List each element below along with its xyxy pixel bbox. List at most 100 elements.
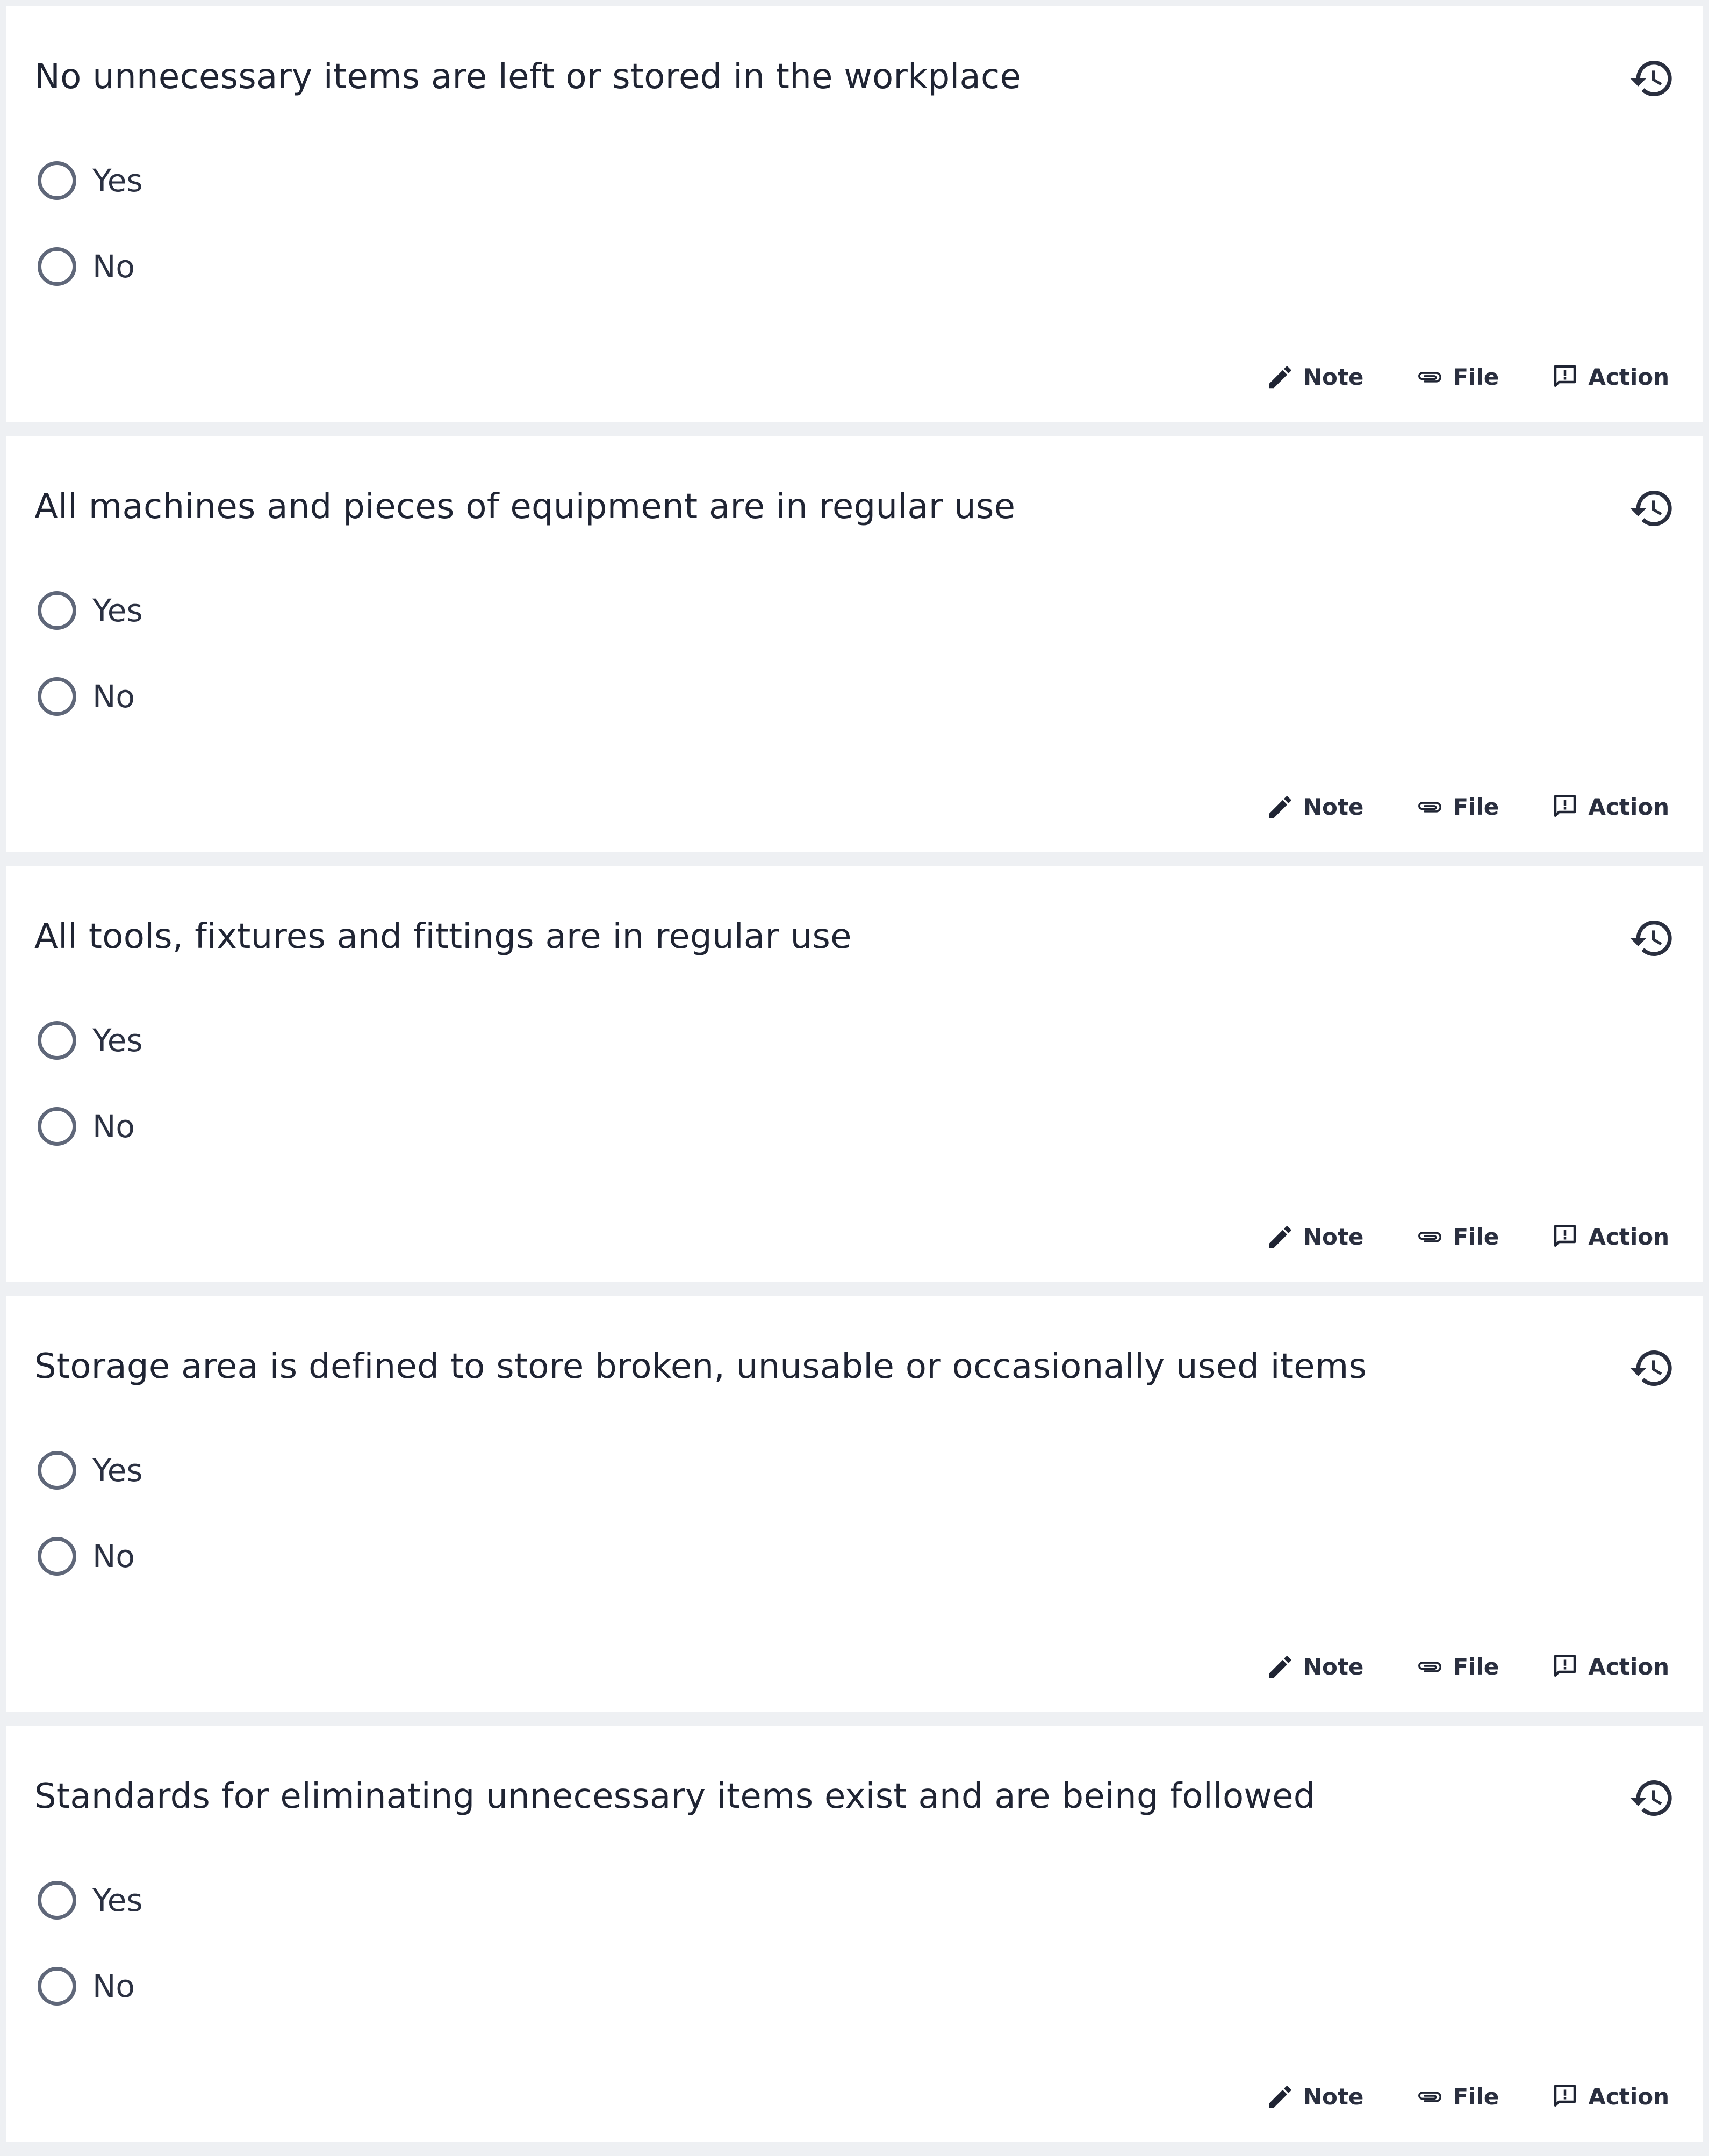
option-label: Yes (92, 1882, 143, 1918)
pencil-icon (1269, 1226, 1291, 1248)
paperclip-icon (1418, 1232, 1442, 1242)
radio-button[interactable] (38, 1107, 76, 1146)
radio-button[interactable] (38, 1537, 76, 1576)
option-yes[interactable]: Yes (38, 589, 143, 632)
option-no[interactable]: No (38, 1105, 135, 1148)
file-button[interactable]: File (1415, 361, 1499, 393)
history-icon (1630, 1350, 1672, 1386)
option-label: No (92, 248, 135, 285)
history-button[interactable] (1628, 485, 1676, 532)
option-label: No (92, 678, 135, 715)
paperclip-icon (1418, 802, 1442, 813)
paperclip-icon (1418, 2092, 1442, 2102)
question-actions: Note File Action (1266, 1221, 1669, 1253)
question-title: All machines and pieces of equipment are… (34, 487, 1016, 527)
action-label: Action (1588, 1654, 1669, 1680)
comment-alert-icon (1554, 2085, 1576, 2107)
question-actions: Note File Action (1266, 361, 1669, 393)
question-title: No unnecessary items are left or stored … (34, 57, 1022, 97)
file-button[interactable]: File (1415, 1651, 1499, 1683)
question-title: Standards for eliminating unnecessary it… (34, 1777, 1316, 1816)
pencil-icon (1269, 366, 1291, 389)
action-button[interactable]: Action (1550, 1221, 1669, 1253)
action-label: Action (1588, 2083, 1669, 2110)
comment-alert-icon (1554, 365, 1576, 387)
pencil-icon (1269, 796, 1291, 818)
note-label: Note (1303, 1654, 1364, 1680)
question-title: All tools, fixtures and fittings are in … (34, 917, 852, 957)
history-button[interactable] (1628, 55, 1676, 102)
question-card: All machines and pieces of equipment are… (6, 436, 1703, 852)
option-no[interactable]: No (38, 675, 135, 718)
note-label: Note (1303, 794, 1364, 820)
action-button[interactable]: Action (1550, 361, 1669, 393)
question-actions: Note File Action (1266, 2081, 1669, 2113)
comment-alert-icon (1554, 1225, 1576, 1247)
note-button[interactable]: Note (1266, 2081, 1364, 2113)
option-no[interactable]: No (38, 1535, 135, 1578)
file-button[interactable]: File (1415, 2081, 1499, 2113)
question-actions: Note File Action (1266, 791, 1669, 823)
option-yes[interactable]: Yes (38, 1019, 143, 1062)
option-yes[interactable]: Yes (38, 1449, 143, 1492)
action-button[interactable]: Action (1550, 791, 1669, 823)
option-label: Yes (92, 592, 143, 629)
radio-button[interactable] (38, 1881, 76, 1920)
option-yes[interactable]: Yes (38, 159, 143, 202)
note-button[interactable]: Note (1266, 1221, 1364, 1253)
option-label: No (92, 1968, 135, 2004)
note-button[interactable]: Note (1266, 361, 1364, 393)
action-button[interactable]: Action (1550, 2081, 1669, 2113)
paperclip-icon (1418, 372, 1442, 383)
question-card: Storage area is defined to store broken,… (6, 1296, 1703, 1712)
question-list: No unnecessary items are left or stored … (6, 6, 1703, 2156)
note-button[interactable]: Note (1266, 791, 1364, 823)
option-no[interactable]: No (38, 1965, 135, 2008)
file-label: File (1453, 794, 1499, 820)
file-label: File (1453, 2083, 1499, 2110)
radio-button[interactable] (38, 677, 76, 716)
pencil-icon (1269, 2086, 1291, 2108)
note-label: Note (1303, 1224, 1364, 1250)
option-label: Yes (92, 1452, 143, 1489)
action-label: Action (1588, 794, 1669, 820)
action-button[interactable]: Action (1550, 1651, 1669, 1683)
option-label: Yes (92, 162, 143, 199)
note-button[interactable]: Note (1266, 1651, 1364, 1683)
question-card: Standards for eliminating unnecessary it… (6, 1726, 1703, 2142)
question-actions: Note File Action (1266, 1651, 1669, 1683)
radio-button[interactable] (38, 247, 76, 286)
file-button[interactable]: File (1415, 791, 1499, 823)
file-button[interactable]: File (1415, 1221, 1499, 1253)
option-yes[interactable]: Yes (38, 1879, 143, 1922)
action-label: Action (1588, 364, 1669, 390)
note-label: Note (1303, 2083, 1364, 2110)
history-button[interactable] (1628, 1345, 1676, 1392)
question-card: No unnecessary items are left or stored … (6, 6, 1703, 422)
file-label: File (1453, 364, 1499, 390)
history-icon (1630, 61, 1672, 96)
radio-button[interactable] (38, 1967, 76, 2006)
paperclip-icon (1418, 1662, 1442, 1672)
history-button[interactable] (1628, 915, 1676, 962)
radio-button[interactable] (38, 161, 76, 200)
action-label: Action (1588, 1224, 1669, 1250)
option-label: No (92, 1108, 135, 1145)
question-card: All tools, fixtures and fittings are in … (6, 866, 1703, 1282)
option-label: Yes (92, 1022, 143, 1059)
radio-button[interactable] (38, 1451, 76, 1490)
radio-button[interactable] (38, 1021, 76, 1060)
radio-button[interactable] (38, 591, 76, 630)
pencil-icon (1269, 1656, 1291, 1678)
file-label: File (1453, 1654, 1499, 1680)
comment-alert-icon (1554, 795, 1576, 817)
note-label: Note (1303, 364, 1364, 390)
question-title: Storage area is defined to store broken,… (34, 1347, 1367, 1386)
history-button[interactable] (1628, 1774, 1676, 1822)
option-no[interactable]: No (38, 245, 135, 288)
history-icon (1630, 1780, 1672, 1816)
file-label: File (1453, 1224, 1499, 1250)
history-icon (1630, 921, 1672, 956)
history-icon (1630, 491, 1672, 526)
option-label: No (92, 1538, 135, 1575)
